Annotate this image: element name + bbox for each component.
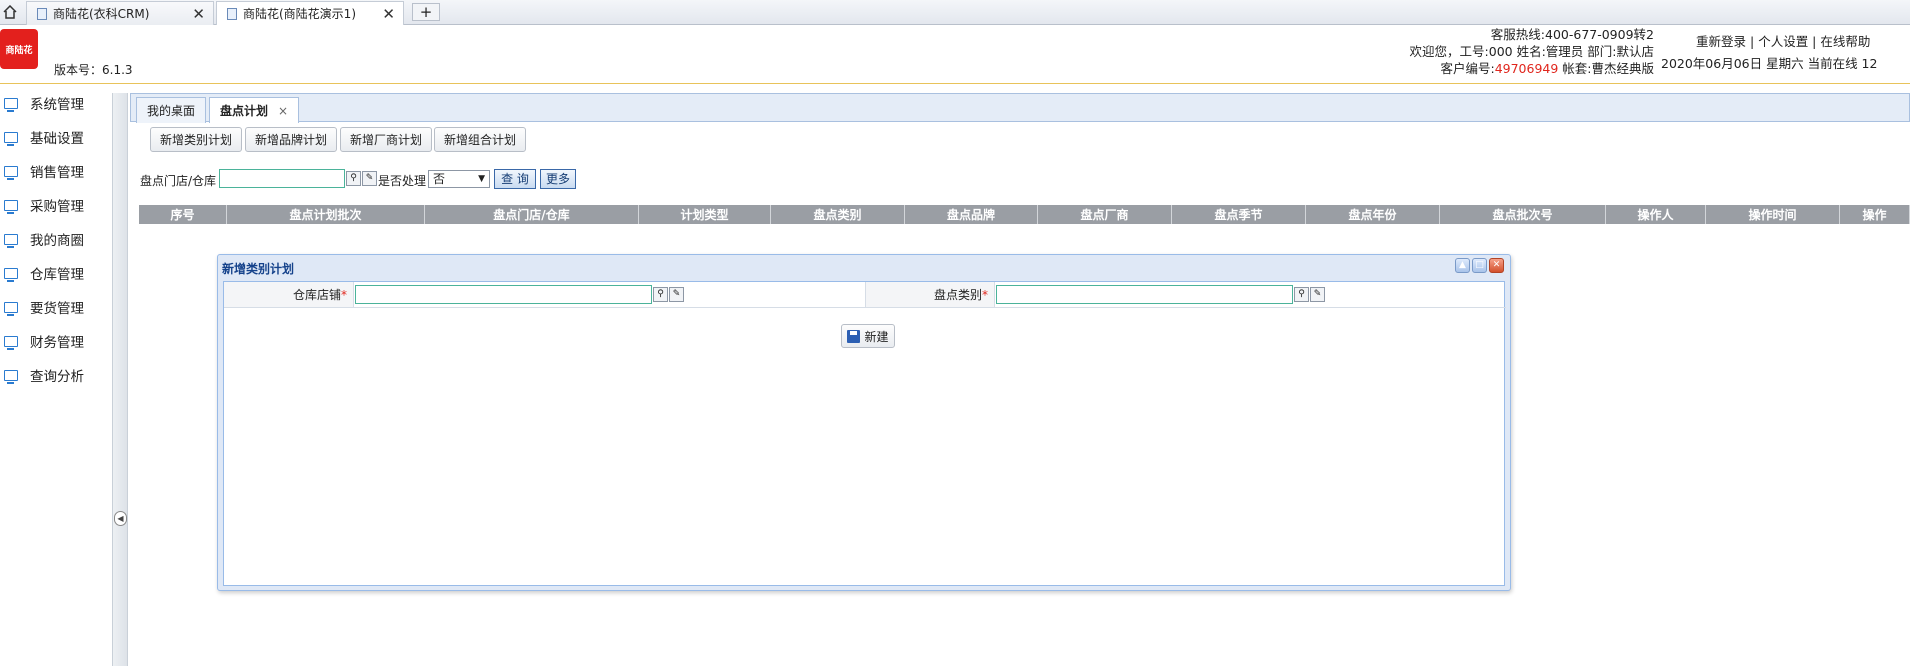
monitor-icon bbox=[4, 335, 18, 350]
warehouse-store-label: 仓库店铺 * bbox=[224, 282, 354, 307]
monitor-icon bbox=[4, 233, 18, 248]
sidebar-item-business-circle[interactable]: 我的商圈 bbox=[0, 228, 84, 250]
monitor-icon bbox=[4, 369, 18, 384]
column-header[interactable]: 盘点品牌 bbox=[905, 205, 1038, 224]
required-mark: * bbox=[982, 287, 988, 302]
edit-icon[interactable]: ✎ bbox=[1310, 287, 1325, 302]
tab-my-desktop[interactable]: 我的桌面 bbox=[136, 97, 207, 123]
collapse-icon[interactable]: ▲ bbox=[1455, 258, 1470, 273]
inventory-category-label: 盘点类别 * bbox=[865, 282, 995, 307]
sidebar-item-finance[interactable]: 财务管理 bbox=[0, 330, 84, 352]
dropdown-arrow-icon: ▼ bbox=[478, 174, 485, 184]
close-icon[interactable]: × bbox=[278, 104, 288, 118]
column-header[interactable]: 操作时间 bbox=[1706, 205, 1840, 224]
column-header[interactable]: 操作 bbox=[1840, 205, 1910, 224]
processed-label: 是否处理 bbox=[378, 174, 427, 188]
collapse-sidebar-icon[interactable]: ◀ bbox=[114, 511, 127, 526]
inventory-category-input[interactable] bbox=[996, 285, 1293, 304]
warehouse-store-input[interactable] bbox=[355, 285, 652, 304]
store-warehouse-label: 盘点门店/仓库 bbox=[140, 174, 217, 188]
header-info: 客服热线:400-677-0909转2 欢迎您，工号:000 姓名:管理员 部门… bbox=[1390, 26, 1654, 77]
add-category-plan-button[interactable]: 新增类别计划 bbox=[150, 127, 243, 152]
monitor-icon bbox=[4, 199, 18, 214]
document-icon bbox=[227, 7, 237, 20]
sidebar-item-requisition[interactable]: 要货管理 bbox=[0, 296, 84, 318]
column-header[interactable]: 盘点计划批次 bbox=[227, 205, 425, 224]
column-header[interactable]: 盘点类别 bbox=[771, 205, 905, 224]
browser-tab-2[interactable]: 商陆花(商陆花演示1) ✕ bbox=[216, 1, 404, 25]
search-icon[interactable]: ⚲ bbox=[653, 287, 668, 302]
sidebar-item-sales[interactable]: 销售管理 bbox=[0, 160, 84, 182]
add-vendor-plan-button[interactable]: 新增厂商计划 bbox=[340, 127, 433, 152]
save-icon bbox=[847, 329, 861, 343]
query-button[interactable]: 查 询 bbox=[494, 169, 536, 189]
sidebar-splitter[interactable] bbox=[112, 93, 128, 666]
app-logo: 商陆花 bbox=[0, 29, 38, 69]
browser-tab-label: 商陆花(衣科CRM) bbox=[53, 7, 150, 21]
sidebar-item-query-analysis[interactable]: 查询分析 bbox=[0, 364, 84, 386]
hotline-text: 客服热线:400-677-0909转2 bbox=[1490, 27, 1654, 42]
sidebar-item-warehouse[interactable]: 仓库管理 bbox=[0, 262, 84, 284]
close-icon[interactable]: ✕ bbox=[382, 5, 395, 23]
column-header[interactable]: 盘点厂商 bbox=[1038, 205, 1172, 224]
column-header[interactable]: 操作人 bbox=[1606, 205, 1706, 224]
column-header[interactable]: 盘点年份 bbox=[1306, 205, 1440, 224]
monitor-icon bbox=[4, 131, 18, 146]
customer-line: 客户编号:49706949 帐套:曹杰经典版 bbox=[1440, 61, 1654, 76]
edit-icon[interactable]: ✎ bbox=[362, 171, 377, 186]
relogin-link[interactable]: 重新登录 bbox=[1696, 34, 1746, 49]
add-brand-plan-button[interactable]: 新增品牌计划 bbox=[245, 127, 338, 152]
create-button[interactable]: 新建 bbox=[841, 324, 895, 348]
close-icon[interactable]: ✕ bbox=[1489, 258, 1504, 273]
monitor-icon bbox=[4, 267, 18, 282]
monitor-icon bbox=[4, 165, 18, 180]
required-mark: * bbox=[341, 287, 347, 302]
dialog-body: 仓库店铺 * ⚲ ✎ 盘点类别 * ⚲ ✎ 新建 bbox=[223, 281, 1506, 586]
version-label: 版本号：6.1.3 bbox=[54, 63, 133, 77]
form-row: 仓库店铺 * ⚲ ✎ 盘点类别 * ⚲ ✎ bbox=[224, 282, 1506, 308]
maximize-icon[interactable]: □ bbox=[1472, 258, 1487, 273]
header-links: 重新登录 | 个人设置 | 在线帮助 bbox=[1696, 34, 1871, 49]
search-icon[interactable]: ⚲ bbox=[346, 171, 361, 186]
processed-select[interactable]: 否 ▼ bbox=[428, 170, 490, 188]
monitor-icon bbox=[4, 301, 18, 316]
date-online-text: 2020年06月06日 星期六 当前在线 12 bbox=[1661, 56, 1878, 71]
add-category-plan-dialog: 新增类别计划 ▲ □ ✕ 仓库店铺 * ⚲ ✎ 盘点类别 * ⚲ ✎ 新建 bbox=[217, 254, 1511, 591]
online-help-link[interactable]: 在线帮助 bbox=[1820, 34, 1870, 49]
column-header[interactable]: 盘点批次号 bbox=[1440, 205, 1606, 224]
dialog-title: 新增类别计划 bbox=[222, 262, 295, 276]
search-icon[interactable]: ⚲ bbox=[1294, 287, 1309, 302]
browser-tab-label: 商陆花(商陆花演示1) bbox=[243, 7, 356, 21]
new-tab-button[interactable]: + bbox=[412, 3, 440, 21]
edit-icon[interactable]: ✎ bbox=[669, 287, 684, 302]
column-header[interactable]: 盘点季节 bbox=[1172, 205, 1306, 224]
store-warehouse-input[interactable] bbox=[219, 169, 345, 188]
close-icon[interactable]: ✕ bbox=[192, 5, 205, 23]
document-icon bbox=[37, 7, 47, 20]
panel-tab-strip: 我的桌面 盘点计划 × bbox=[130, 93, 1910, 123]
column-header[interactable]: 序号 bbox=[139, 205, 227, 224]
browser-tab-bar: 商陆花(衣科CRM) ✕ 商陆花(商陆花演示1) ✕ + bbox=[0, 0, 1910, 25]
column-header[interactable]: 盘点门店/仓库 bbox=[425, 205, 639, 224]
more-button[interactable]: 更多 bbox=[540, 169, 576, 189]
app-header: 商陆花 版本号：6.1.3 客服热线:400-677-0909转2 欢迎您，工号… bbox=[0, 25, 1910, 84]
welcome-text: 欢迎您，工号:000 姓名:管理员 部门:默认店 bbox=[1409, 44, 1654, 59]
sidebar-item-basic-settings[interactable]: 基础设置 bbox=[0, 126, 84, 148]
add-combined-plan-button[interactable]: 新增组合计划 bbox=[434, 127, 527, 152]
monitor-icon bbox=[4, 97, 18, 112]
home-icon[interactable] bbox=[0, 0, 20, 24]
personal-settings-link[interactable]: 个人设置 bbox=[1758, 34, 1808, 49]
browser-tab-1[interactable]: 商陆花(衣科CRM) ✕ bbox=[26, 1, 214, 25]
customer-number: 49706949 bbox=[1494, 61, 1559, 76]
tab-inventory-plan[interactable]: 盘点计划 × bbox=[209, 97, 300, 123]
sidebar-item-purchase[interactable]: 采购管理 bbox=[0, 194, 84, 216]
sidebar: 系统管理 基础设置 销售管理 采购管理 我的商圈 仓库管理 要货管理 财务管理 … bbox=[0, 85, 110, 666]
column-header[interactable]: 计划类型 bbox=[639, 205, 771, 224]
grid-header: 序号 盘点计划批次 盘点门店/仓库 计划类型 盘点类别 盘点品牌 盘点厂商 盘点… bbox=[139, 205, 1910, 224]
sidebar-item-system[interactable]: 系统管理 bbox=[0, 92, 84, 114]
